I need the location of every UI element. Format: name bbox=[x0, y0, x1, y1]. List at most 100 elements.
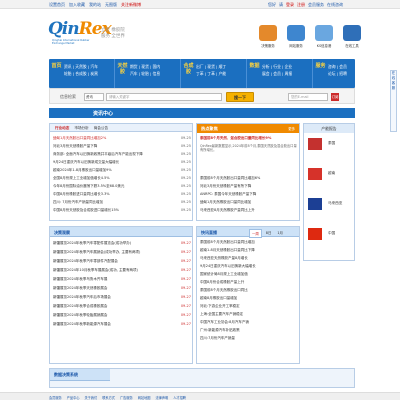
search-button[interactable]: 搜一下 bbox=[226, 92, 254, 102]
list-item[interactable]: 新疆展览2024年秋季合成橡胶展会 09-27 bbox=[53, 304, 191, 309]
footer-link[interactable]: 网站地图 bbox=[138, 395, 151, 400]
list-item[interactable]: 新疆展览2024年秋季天然橡胶展会 09-27 bbox=[53, 286, 191, 291]
member-service-link[interactable]: 会员服务 bbox=[308, 2, 324, 8]
list-item[interactable]: 9月24日重庆汽车以旧换新大幅增长 bbox=[200, 264, 298, 269]
list-item[interactable]: 中国8月份橡胶进口量同比增长3.3% 09-25 bbox=[53, 192, 191, 197]
footer-link[interactable]: 人才招聘 bbox=[173, 395, 186, 400]
list-item[interactable]: 新疆展览2024年秋季乌鲁木齐车展 09-27 bbox=[53, 277, 191, 282]
tab-month[interactable]: 1月 bbox=[275, 229, 285, 238]
nav-group-head[interactable]: 天然胶 bbox=[117, 63, 128, 83]
list-item[interactable]: 新疆展览2024年秋季轮胎展销展会 09-27 bbox=[53, 313, 191, 318]
footer-link[interactable]: 关于我们 bbox=[85, 395, 98, 400]
nav-item[interactable]: 分析 bbox=[262, 64, 270, 69]
list-item[interactable]: 四川:7月份汽车产销量 bbox=[200, 336, 298, 341]
nav-item[interactable]: 企业 bbox=[285, 64, 293, 69]
list-item[interactable]: 缅甸1月天然橡胶出口量同比增加 bbox=[200, 200, 298, 205]
list-item[interactable]: 泰国前8个月天然橡胶出口同比 bbox=[200, 288, 298, 293]
tab-week[interactable]: 一周 bbox=[249, 229, 262, 238]
my-station-link[interactable]: 我的站 bbox=[89, 2, 101, 8]
nav-item[interactable]: 丁苯 bbox=[196, 71, 204, 76]
tab-industry[interactable]: 行业动态 bbox=[55, 124, 69, 131]
site-logo[interactable]: QinRex Qinghai International Rubber Exch… bbox=[48, 19, 112, 47]
list-item[interactable]: 河北3月份天然橡胶产量下降 09-25 bbox=[53, 144, 191, 149]
product-label[interactable]: 越南 bbox=[328, 171, 335, 176]
search-category-select[interactable]: 资讯 bbox=[84, 93, 104, 101]
nav-item[interactable]: 行业 bbox=[273, 64, 281, 69]
footer-link[interactable]: 会员服务 bbox=[49, 395, 62, 400]
footer-link[interactable]: 广告服务 bbox=[120, 395, 133, 400]
nav-item[interactable]: 天然胶 bbox=[75, 64, 86, 69]
online-tools-button[interactable]: 在线工具 bbox=[341, 25, 363, 48]
footer-link[interactable]: 产品中心 bbox=[67, 395, 80, 400]
nav-group-head[interactable]: 数据 bbox=[249, 63, 260, 83]
list-item[interactable]: 中国8月份天然胶及合成胶进口量增长15% 09-25 bbox=[53, 208, 191, 213]
nav-item[interactable]: 现货 bbox=[207, 64, 215, 69]
list-item[interactable]: ANRPC: 泰国今年天然橡胶产量下降 bbox=[200, 192, 298, 197]
list-item[interactable]: 国家统计局8月规上工业增加值 bbox=[200, 272, 298, 277]
list-item[interactable]: 新疆展览2024年秋季新能源汽车展会 09-27 bbox=[53, 322, 191, 327]
list-item[interactable]: 马来西亚天然橡胶产量8月增长 bbox=[200, 256, 298, 261]
list-item[interactable]: 新疆展览2024年10月秋季车展展会(成功, 主要有两项) 09-27 bbox=[53, 268, 191, 273]
online-service-float[interactable]: 在线客服 bbox=[390, 70, 397, 132]
nav-group-head[interactable]: 服务 bbox=[315, 63, 326, 83]
nav-item[interactable]: 轮胎 bbox=[64, 71, 72, 76]
online-consult-link[interactable]: 在线咨询 bbox=[327, 2, 343, 8]
nav-item[interactable]: 丁苯 bbox=[207, 71, 215, 76]
hot-more-link[interactable]: 更多 bbox=[288, 126, 295, 131]
list-item[interactable]: 马来西亚8月天然橡胶产量同比上升 bbox=[200, 208, 298, 213]
nav-item[interactable]: 产能 bbox=[219, 71, 227, 76]
list-item[interactable]: 泰国前8个月天然胶出口量同比增加6% bbox=[200, 176, 298, 181]
search-input[interactable]: 请输入关键字 bbox=[106, 93, 222, 101]
nav-item[interactable]: 炭黑 bbox=[90, 71, 98, 76]
list-item[interactable]: 今年8月份国际油价震荡下跌3.5%至68.0美元 09-25 bbox=[53, 184, 191, 189]
register-link[interactable]: 注册 bbox=[297, 2, 305, 8]
nav-item[interactable]: 期货 bbox=[130, 64, 138, 69]
footer-link[interactable]: 联系方式 bbox=[102, 395, 115, 400]
tab-market[interactable]: 市场分析 bbox=[74, 124, 88, 131]
nav-group-head[interactable]: 合成胶 bbox=[183, 63, 194, 83]
list-item[interactable]: 泰国前8个月天然胶出口量同比增加 bbox=[200, 240, 298, 245]
nav-item[interactable]: 汽车 bbox=[90, 64, 98, 69]
list-item[interactable]: 越南8月橡胶出口量增加 bbox=[200, 296, 298, 301]
list-item[interactable]: 越南1-8月天然橡胶出口量同比下降 bbox=[200, 248, 298, 253]
nav-item[interactable]: 国内 bbox=[153, 64, 161, 69]
decision-service-button[interactable]: 决策服务 bbox=[257, 25, 279, 48]
product-label[interactable]: 马来西亚 bbox=[328, 201, 342, 206]
tab-announcement[interactable]: 商会公告 bbox=[94, 124, 108, 131]
list-item[interactable]: 新疆展览2024年秋季汽车零部件汽配展会 09-27 bbox=[53, 259, 191, 264]
list-item[interactable]: 越南2024年1-8月橡胶出口量增加9% 09-25 bbox=[53, 168, 191, 173]
list-item[interactable]: 新疆展览2024年秋季汽车展销会(成功举办, 主要有两项) 09-27 bbox=[53, 250, 191, 255]
list-item[interactable]: 中国8月份合成橡胶产量上升 bbox=[200, 280, 298, 285]
list-item[interactable]: 全国8月份规上工业增加值增长4.5% 09-25 bbox=[53, 176, 191, 181]
login-link[interactable]: 登录 bbox=[286, 2, 294, 8]
list-item[interactable]: 缅甸1月天然胶出口量同比增加2% 09-25 bbox=[53, 136, 191, 141]
list-item[interactable]: 四川: 7月份汽车产销量同比增加 09-25 bbox=[53, 200, 191, 205]
nav-item[interactable]: 论坛 bbox=[328, 71, 336, 76]
product-label[interactable]: 泰国 bbox=[328, 141, 335, 146]
list-item[interactable]: 9月24日重庆汽车以旧换新成交量大幅增长 09-25 bbox=[53, 160, 191, 165]
nav-item[interactable]: 招聘 bbox=[339, 71, 347, 76]
list-item[interactable]: 新疆展览2024年秋季汽车零配件展览会(成功举办) 09-27 bbox=[53, 241, 191, 246]
nav-item[interactable]: 资讯 bbox=[64, 64, 72, 69]
nav-item[interactable]: 信息 bbox=[153, 71, 161, 76]
set-homepage-link[interactable]: 设置首页 bbox=[49, 2, 65, 8]
nav-item[interactable]: 汽车 bbox=[130, 71, 138, 76]
nav-item[interactable]: 现货 bbox=[141, 64, 149, 69]
list-item[interactable]: 中国汽车工业协会:8月汽车产销 bbox=[200, 320, 298, 325]
follow-weibo-link[interactable]: 关注新微博 bbox=[121, 2, 141, 8]
ks-info-button[interactable]: KS信息港 bbox=[313, 25, 335, 48]
list-item[interactable]: 上海:全国主要汽车产销稳定 bbox=[200, 312, 298, 317]
list-item[interactable]: 河北3月份天然橡胶产量有所下降 bbox=[200, 184, 298, 189]
list-item[interactable]: 商务部: 全面汽车以旧换新政策并平级后汽车产能出现下降 09-25 bbox=[53, 152, 191, 157]
hot-headline[interactable]: 泰国前8个月天然、混合胶出口量同比增长9% bbox=[200, 136, 298, 141]
web-service-button[interactable]: 网站服务 bbox=[285, 25, 307, 48]
add-favorite-link[interactable]: 加入收藏 bbox=[69, 2, 85, 8]
tab-8day[interactable]: 8日 bbox=[264, 229, 274, 238]
nav-item[interactable]: 咨询 bbox=[328, 64, 336, 69]
product-label[interactable]: 中国 bbox=[328, 231, 335, 236]
nav-item[interactable]: 周报 bbox=[285, 71, 293, 76]
list-item[interactable]: 河北:下游企业开工率稳定 bbox=[200, 304, 298, 309]
footer-link[interactable]: 法律声明 bbox=[156, 395, 169, 400]
text-version-link[interactable]: 无图版 bbox=[105, 2, 117, 8]
list-item[interactable]: 新疆展览2024年秋季汽车后市场展会 09-27 bbox=[53, 295, 191, 300]
